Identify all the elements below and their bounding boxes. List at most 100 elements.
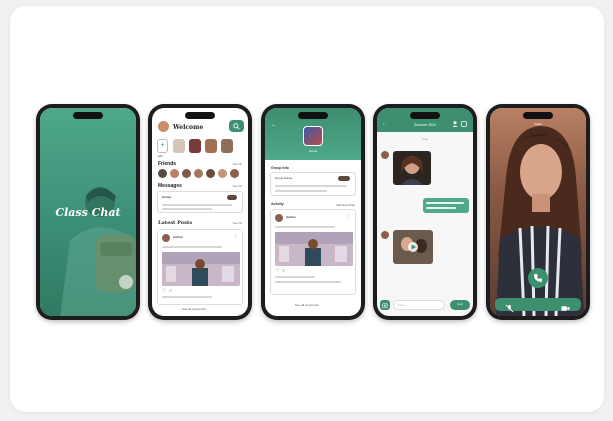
phone-splash: Class Chat	[36, 104, 140, 320]
comment-icon[interactable]: ○	[169, 289, 172, 294]
incoming-video-message[interactable]	[393, 230, 433, 264]
friend-avatar[interactable]	[230, 169, 239, 178]
group-info-title: Group Info	[271, 166, 289, 170]
story-thumb[interactable]	[205, 139, 217, 153]
message-title: Group	[162, 195, 171, 199]
post-image	[162, 252, 240, 286]
profile-icon[interactable]	[452, 121, 458, 127]
app-title: Class Chat	[55, 206, 121, 219]
message-input-placeholder: Type...	[398, 304, 406, 307]
post-text-line	[275, 226, 335, 228]
friends-see-all[interactable]: See All	[233, 162, 242, 166]
post-text-line	[162, 246, 222, 248]
caller-name: Caller	[534, 122, 542, 126]
answer-call-button[interactable]	[528, 268, 548, 288]
post-caption-line	[162, 296, 212, 298]
chat-title: Summer 2024	[414, 123, 436, 127]
phone-chat: ← Summer 2024 Today Type... Send	[373, 104, 477, 320]
add-friend-button[interactable]: +	[157, 139, 168, 153]
like-icon[interactable]: ♡	[275, 269, 279, 274]
send-label: Send	[457, 303, 463, 306]
friend-avatar[interactable]	[206, 169, 215, 178]
activity-title: Activity	[271, 202, 284, 206]
sender-avatar	[381, 231, 389, 239]
call-controls-bar	[495, 298, 581, 313]
group-info-line	[275, 190, 327, 192]
post-more-icon[interactable]: ⋮	[346, 214, 351, 219]
mute-icon	[505, 304, 514, 313]
friend-avatar[interactable]	[218, 169, 227, 178]
message-line	[426, 207, 456, 209]
student-backpack-image	[60, 187, 136, 316]
phone-notch	[298, 112, 328, 119]
chat-screen: ← Summer 2024 Today Type... Send	[377, 108, 473, 316]
menu-icon[interactable]	[461, 121, 467, 127]
send-button[interactable]: Send	[450, 300, 470, 310]
video-camera-icon	[561, 306, 570, 311]
phone-icon	[534, 274, 542, 282]
message-card[interactable]: Group	[157, 191, 243, 213]
comment-icon[interactable]: ○	[282, 269, 285, 274]
incoming-image-message[interactable]	[393, 151, 431, 185]
see-all-comments-link[interactable]: See all comments	[295, 303, 319, 307]
phone-notch	[73, 112, 103, 119]
group-info-name: Group Name	[275, 176, 293, 180]
phone-notch	[410, 112, 440, 119]
group-avatar	[303, 126, 323, 146]
see-all-comments-link[interactable]: See all comments	[182, 307, 206, 311]
messages-title: Messages	[158, 183, 182, 189]
outgoing-message-bubble[interactable]	[423, 198, 469, 213]
phone-notch	[523, 112, 553, 119]
message-avatars	[227, 195, 237, 200]
phone-call: Caller	[486, 104, 590, 320]
splash-screen: Class Chat	[40, 108, 136, 316]
message-input-bar: Type... Send	[380, 299, 470, 311]
post-author: Author	[173, 235, 183, 239]
post-caption-line	[275, 276, 315, 278]
messages-see-all[interactable]: See All	[233, 184, 242, 188]
user-avatar[interactable]	[158, 121, 169, 132]
story-thumb[interactable]	[221, 139, 233, 153]
member-avatars	[338, 176, 350, 181]
story-thumb[interactable]	[173, 139, 185, 153]
message-preview-line	[162, 208, 212, 210]
call-screen: Caller	[490, 108, 586, 316]
like-icon[interactable]: ♡	[162, 289, 166, 294]
friends-title: Friends	[158, 161, 177, 167]
video-toggle-button[interactable]	[561, 300, 571, 311]
post-author: Author	[286, 215, 296, 219]
latest-posts-see-all[interactable]: See All	[233, 221, 242, 225]
sender-avatar	[381, 151, 389, 159]
phone-group: ← Group Group Info Group Name Activity A…	[261, 104, 365, 320]
group-screen: ← Group Group Info Group Name Activity A…	[265, 108, 361, 316]
add-label: Add	[158, 155, 163, 158]
add-new-post-button[interactable]: Add New Post	[336, 203, 355, 207]
post-card[interactable]: Author ⋮ ♡ ○	[157, 229, 243, 305]
friend-avatar[interactable]	[182, 169, 191, 178]
mute-button[interactable]	[505, 300, 515, 313]
phone-notch	[185, 112, 215, 119]
group-info-card[interactable]: Group Name	[270, 172, 356, 196]
latest-posts-title: Latest Posts	[158, 220, 193, 226]
message-line	[426, 202, 464, 204]
friend-avatar[interactable]	[170, 169, 179, 178]
phone-home: Welcome + Add Friends See All Messages S…	[148, 104, 252, 320]
post-author-avatar	[162, 234, 170, 242]
date-label: Today	[421, 138, 429, 141]
search-button[interactable]	[229, 120, 244, 132]
camera-button[interactable]	[380, 300, 390, 310]
camera-icon	[382, 303, 388, 308]
back-arrow-icon[interactable]: ←	[271, 122, 277, 128]
post-caption-line	[275, 281, 341, 283]
message-input[interactable]: Type...	[393, 300, 445, 310]
post-card[interactable]: Author ⋮ ♡ ○	[270, 209, 356, 295]
group-name: Group	[308, 149, 318, 153]
home-screen: Welcome + Add Friends See All Messages S…	[152, 108, 248, 316]
group-info-line	[275, 185, 347, 187]
search-icon	[233, 122, 240, 130]
friend-avatar[interactable]	[194, 169, 203, 178]
story-thumb[interactable]	[189, 139, 201, 153]
friend-avatar[interactable]	[158, 169, 167, 178]
message-preview-line	[162, 204, 232, 206]
post-more-icon[interactable]: ⋮	[233, 234, 238, 239]
